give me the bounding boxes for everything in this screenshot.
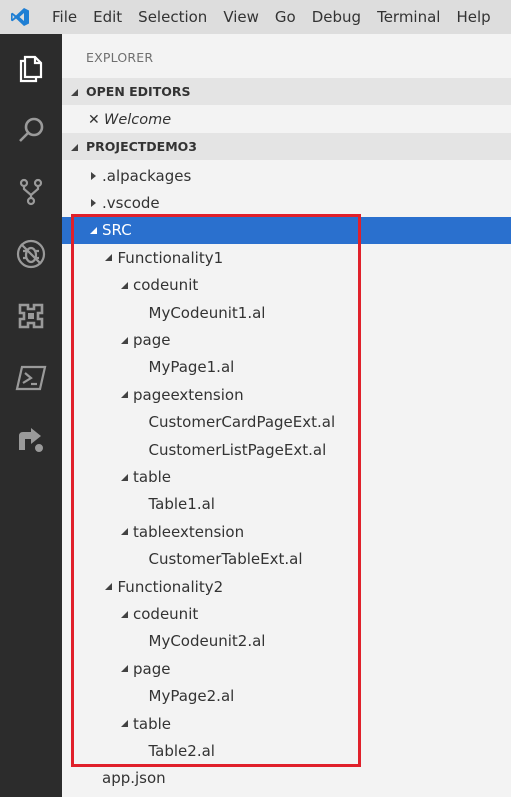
vscode-logo-icon[interactable] [0, 0, 40, 34]
tree-item-label: .vscode [102, 194, 160, 213]
chevron-down-icon[interactable] [117, 278, 131, 292]
tree-item-label: tableextension [133, 522, 245, 541]
chevron-down-icon [62, 87, 86, 97]
tree-item-label: Table2.al [148, 742, 215, 761]
tree-file-app-json[interactable]: app.json [62, 765, 511, 792]
source-control-icon[interactable] [0, 161, 62, 223]
open-editor-item-welcome[interactable]: ✕ Welcome [62, 106, 511, 133]
tree-folder-functionality2[interactable]: Functionality2 [62, 573, 511, 600]
tree-folder-vscode[interactable]: .vscode [62, 189, 511, 216]
tree-folder-tableextension[interactable]: tableextension [62, 518, 511, 545]
tree-folder-src[interactable]: SRC [62, 216, 511, 245]
tree-item-label: MyCodeunit1.al [148, 303, 266, 322]
tree-item-label: CustomerCardPageExt.al [148, 413, 336, 432]
tree-folder-page[interactable]: page [62, 655, 511, 682]
tree-folder-table[interactable]: table [62, 463, 511, 490]
tree-item-label: MyPage2.al [148, 687, 235, 706]
menu-bar: File Edit Selection View Go Debug Terminal Help [0, 0, 511, 34]
tree-item-label: .alpackages [102, 166, 192, 185]
tree-file-customercardpageext-al[interactable]: CustomerCardPageExt.al [62, 409, 511, 436]
tree-item-label: page [133, 659, 171, 678]
tree-file-table2-al[interactable]: Table2.al [62, 737, 511, 764]
tree-folder-table[interactable]: table [62, 710, 511, 737]
tree-item-label: Functionality2 [117, 577, 224, 596]
explorer-title: EXPLORER [86, 50, 154, 65]
files-icon[interactable] [0, 37, 62, 99]
explorer-sidebar: EXPLORER OPEN EDITORS ✕ Welcome PROJECTD… [62, 34, 511, 797]
chevron-down-icon[interactable] [117, 607, 131, 621]
project-header[interactable]: PROJECTDEMO3 [62, 133, 511, 160]
chevron-down-icon[interactable] [117, 388, 131, 402]
tree-item-label: CustomerListPageExt.al [148, 440, 327, 459]
tree-folder-alpackages[interactable]: .alpackages [62, 162, 511, 189]
powershell-icon[interactable] [0, 347, 62, 409]
close-icon[interactable]: ✕ [88, 112, 102, 128]
tree-item-label: codeunit [133, 605, 199, 624]
tree-file-mycodeunit2-al[interactable]: MyCodeunit2.al [62, 628, 511, 655]
tree-item-label: SRC [102, 221, 132, 240]
tree-item-label: pageextension [133, 385, 244, 404]
chevron-down-icon[interactable] [102, 580, 116, 594]
activity-bar [0, 34, 62, 797]
tree-file-mypage2-al[interactable]: MyPage2.al [62, 683, 511, 710]
menu-edit[interactable]: Edit [85, 0, 130, 34]
tree-file-mycodeunit1-al[interactable]: MyCodeunit1.al [62, 299, 511, 326]
open-editors-header[interactable]: OPEN EDITORS [62, 78, 511, 105]
chevron-down-icon[interactable] [117, 662, 131, 676]
chevron-down-icon[interactable] [86, 223, 100, 237]
tree-folder-page[interactable]: page [62, 326, 511, 353]
chevron-down-icon[interactable] [117, 525, 131, 539]
tree-file-mypage1-al[interactable]: MyPage1.al [62, 354, 511, 381]
menu-terminal[interactable]: Terminal [369, 0, 448, 34]
tree-item-label: MyCodeunit2.al [148, 632, 266, 651]
tree-item-label: Table1.al [148, 495, 215, 514]
menu-file[interactable]: File [40, 0, 85, 34]
chevron-down-icon[interactable] [117, 333, 131, 347]
tree-folder-pageextension[interactable]: pageextension [62, 381, 511, 408]
tree-item-label: MyPage1.al [148, 358, 235, 377]
remote-icon[interactable] [0, 409, 62, 471]
chevron-down-icon[interactable] [117, 717, 131, 731]
open-editor-name: Welcome [104, 111, 172, 128]
open-editors-label: OPEN EDITORS [86, 84, 191, 99]
menu-help[interactable]: Help [448, 0, 498, 34]
tree-file-customertableext-al[interactable]: CustomerTableExt.al [62, 546, 511, 573]
chevron-down-icon[interactable] [102, 251, 116, 265]
tree-item-label: app.json [102, 769, 166, 788]
chevron-down-icon[interactable] [117, 470, 131, 484]
chevron-down-icon [62, 142, 86, 152]
menu-selection[interactable]: Selection [130, 0, 215, 34]
debug-icon[interactable] [0, 223, 62, 285]
tree-item-label: page [133, 331, 171, 350]
tree-folder-codeunit[interactable]: codeunit [62, 600, 511, 627]
tree-file-customerlistpageext-al[interactable]: CustomerListPageExt.al [62, 436, 511, 463]
tree-item-label: table [133, 714, 171, 733]
menu-view[interactable]: View [215, 0, 267, 34]
tree-item-label: table [133, 468, 171, 487]
extensions-icon[interactable] [0, 285, 62, 347]
tree-folder-functionality1[interactable]: Functionality1 [62, 244, 511, 271]
chevron-right-icon[interactable] [86, 169, 100, 183]
menu-go[interactable]: Go [267, 0, 304, 34]
tree-item-label: Functionality1 [117, 248, 224, 267]
tree-folder-codeunit[interactable]: codeunit [62, 272, 511, 299]
project-label: PROJECTDEMO3 [86, 139, 197, 154]
tree-item-label: codeunit [133, 276, 199, 295]
menu-debug[interactable]: Debug [304, 0, 369, 34]
chevron-right-icon[interactable] [86, 196, 100, 210]
tree-item-label: CustomerTableExt.al [148, 550, 303, 569]
tree-file-table1-al[interactable]: Table1.al [62, 491, 511, 518]
search-icon[interactable] [0, 99, 62, 161]
